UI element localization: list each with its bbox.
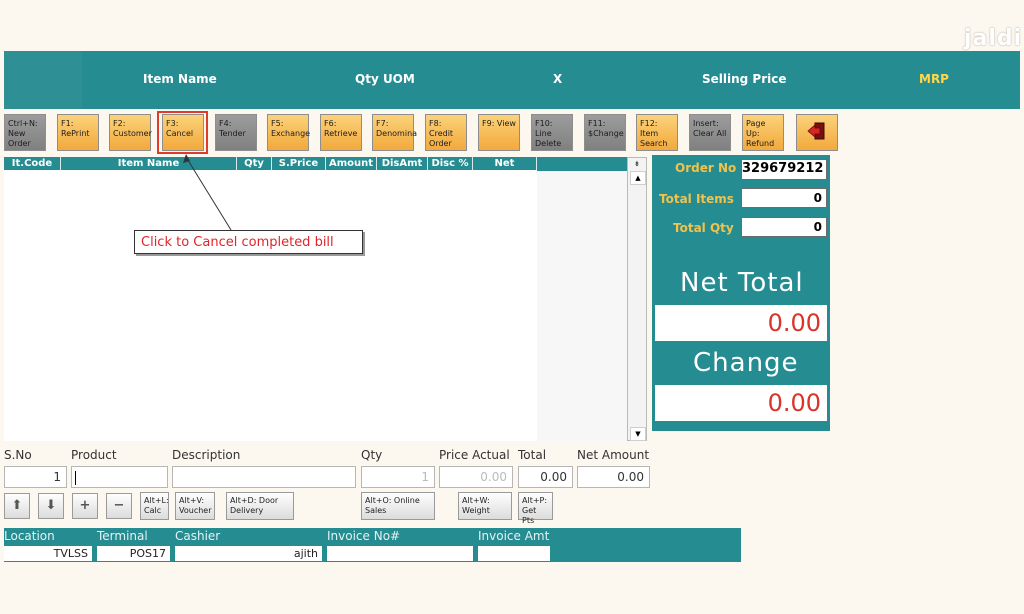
change-value: 0.00	[655, 385, 827, 421]
voucher-button[interactable]: Alt+V: Voucher	[175, 492, 215, 520]
total-qty-value: 0	[741, 217, 827, 237]
get-points-button[interactable]: Alt+P: Get Pts	[518, 492, 553, 525]
calc-button[interactable]: Alt+L: Calc	[140, 492, 169, 520]
increase-qty-button[interactable]: +	[72, 493, 98, 519]
cashier-label: Cashier	[175, 529, 221, 543]
minus-icon: −	[113, 498, 125, 513]
total-items-label: Total Items	[659, 192, 734, 206]
invoice-no-value	[327, 546, 473, 561]
description-label: Description	[172, 448, 241, 462]
order-no-label: Order No	[675, 161, 737, 175]
invoice-amt-value	[478, 546, 550, 561]
net-total-value: 0.00	[655, 305, 827, 341]
arrow-up-icon: ⬆	[11, 498, 23, 513]
net-amount-label: Net Amount	[577, 448, 650, 462]
product-input[interactable]	[71, 466, 168, 488]
move-up-button[interactable]: ⬆	[4, 493, 30, 519]
price-actual-input[interactable]: 0.00	[439, 466, 513, 488]
description-input[interactable]	[172, 466, 356, 488]
sno-field: 1	[4, 466, 67, 488]
decrease-qty-button[interactable]: −	[106, 493, 132, 519]
terminal-value: POS17	[97, 546, 170, 561]
price-actual-label: Price Actual	[439, 448, 510, 462]
net-amount-field: 0.00	[577, 466, 650, 488]
plus-icon: +	[79, 498, 91, 513]
arrow-down-icon: ⬇	[45, 498, 57, 513]
total-qty-label: Total Qty	[673, 221, 734, 235]
order-no-value: 329679212	[741, 159, 827, 180]
cashier-value: ajith	[175, 546, 322, 561]
total-field: 0.00	[518, 466, 573, 488]
total-label: Total	[518, 448, 547, 462]
callout-arrow	[183, 154, 232, 231]
move-down-button[interactable]: ⬇	[38, 493, 64, 519]
location-label: Location	[4, 529, 55, 543]
qty-input[interactable]: 1	[361, 466, 435, 488]
weight-button[interactable]: Alt+W: Weight	[458, 492, 512, 520]
door-delivery-button[interactable]: Alt+D: Door Delivery	[226, 492, 294, 520]
invoice-amt-label: Invoice Amt	[478, 529, 550, 543]
product-label: Product	[71, 448, 117, 462]
cancel-callout: Click to Cancel completed bill	[134, 230, 363, 254]
location-value: TVLSS	[4, 546, 92, 561]
net-total-label: Net Total	[680, 268, 804, 298]
terminal-label: Terminal	[97, 529, 148, 543]
sno-label: S.No	[4, 448, 32, 462]
total-items-value: 0	[741, 188, 827, 208]
online-sales-button[interactable]: Alt+O: Online Sales	[361, 492, 435, 520]
change-label: Change	[693, 348, 799, 378]
invoice-no-label: Invoice No#	[327, 529, 401, 543]
qty-label: Qty	[361, 448, 383, 462]
